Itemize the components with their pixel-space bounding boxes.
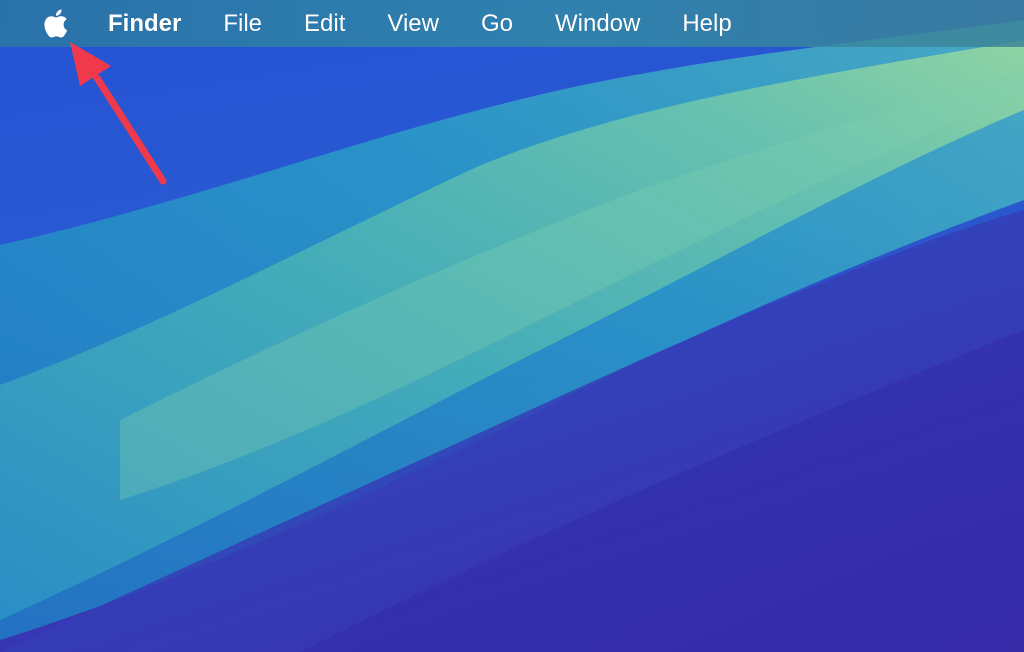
menu-app-finder[interactable]: Finder xyxy=(108,0,181,47)
desktop: Finder File Edit View Go Window Help xyxy=(0,0,1024,652)
menu-go[interactable]: Go xyxy=(481,0,513,47)
menu-help[interactable]: Help xyxy=(682,0,731,47)
apple-logo-icon[interactable] xyxy=(40,7,70,41)
menu-window[interactable]: Window xyxy=(555,0,640,47)
menu-edit[interactable]: Edit xyxy=(304,0,345,47)
menu-bar: Finder File Edit View Go Window Help xyxy=(0,0,1024,47)
menu-file[interactable]: File xyxy=(223,0,262,47)
menu-view[interactable]: View xyxy=(387,0,439,47)
wallpaper xyxy=(0,0,1024,652)
